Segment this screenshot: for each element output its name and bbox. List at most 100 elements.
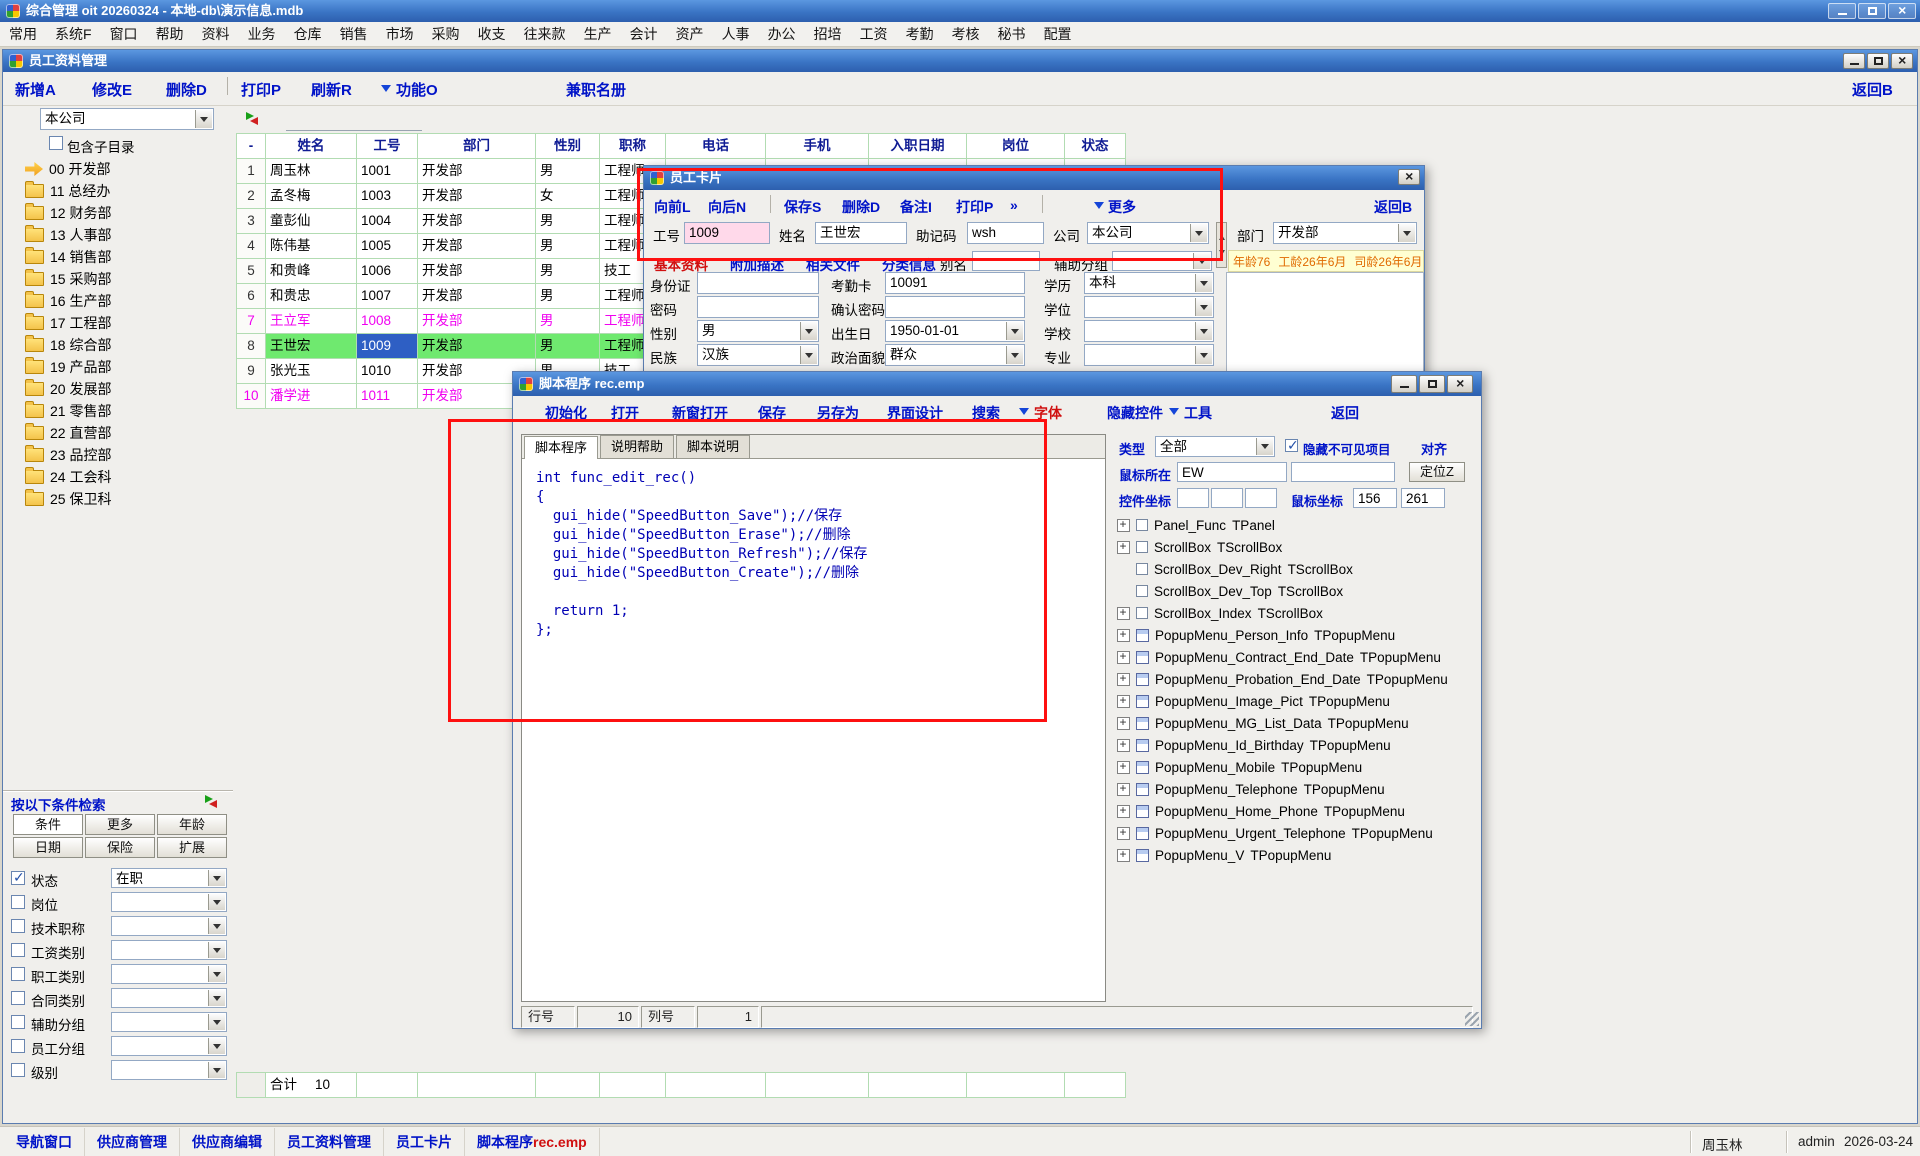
expand-icon[interactable] (1117, 717, 1130, 730)
expand-icon[interactable] (1117, 695, 1130, 708)
mouse-over-input[interactable]: EW (1177, 462, 1287, 482)
filter-dropdown[interactable] (111, 988, 227, 1008)
filter-dropdown[interactable] (111, 1060, 227, 1080)
menu-item[interactable]: 资产 (667, 22, 713, 46)
tree-item-department[interactable]: 21 零售部 (11, 400, 233, 422)
menu-item[interactable]: 配置 (1035, 22, 1081, 46)
dropdown-button[interactable] (1006, 322, 1023, 340)
mouse-x-input[interactable]: 156 (1353, 488, 1397, 508)
search-button[interactable]: 搜索 (972, 403, 1000, 423)
control-tree-item[interactable]: PopupMenu_MG_List_Data TPopupMenu (1115, 712, 1477, 734)
filter-checkbox[interactable] (11, 1015, 25, 1029)
control-tree-item[interactable]: PopupMenu_Image_Pict TPopupMenu (1115, 690, 1477, 712)
menu-item[interactable]: 考核 (943, 22, 989, 46)
mouse-over-input-2[interactable] (1291, 462, 1395, 482)
name-input[interactable]: 王世宏 (815, 222, 907, 244)
tree-item-department[interactable]: 22 直营部 (11, 422, 233, 444)
menu-item[interactable]: 办公 (759, 22, 805, 46)
menu-item[interactable]: 生产 (575, 22, 621, 46)
dropdown-button[interactable] (208, 990, 225, 1006)
filter-dropdown[interactable] (111, 916, 227, 936)
expand-icon[interactable] (1117, 827, 1130, 840)
dropdown-button[interactable] (1006, 346, 1023, 364)
filter-checkbox[interactable] (11, 967, 25, 981)
filter-checkbox[interactable] (11, 895, 25, 909)
filter-tab-age[interactable]: 年龄 (157, 814, 227, 835)
font-button[interactable]: 字体 (1034, 403, 1062, 423)
mouse-y-input[interactable]: 261 (1401, 488, 1445, 508)
company-select[interactable]: 本公司 (1087, 222, 1209, 244)
tree-item-department[interactable]: 14 销售部 (11, 246, 233, 268)
next-button[interactable]: 向后N (708, 197, 746, 217)
emp-no-input[interactable]: 1009 (684, 222, 770, 244)
column-header-post[interactable]: 岗位 (967, 134, 1065, 159)
column-header-mobile[interactable]: 手机 (766, 134, 869, 159)
menu-item[interactable]: 常用 (0, 22, 46, 46)
checkbox-icon[interactable] (1136, 563, 1148, 575)
checkbox-icon[interactable] (1136, 519, 1148, 531)
tab-extra-description[interactable]: 附加描述 (730, 254, 784, 274)
filter-checkbox[interactable] (11, 919, 25, 933)
swap-view-icon[interactable] (244, 112, 260, 125)
menu-item[interactable]: 业务 (239, 22, 285, 46)
tree-item-department[interactable]: 18 综合部 (11, 334, 233, 356)
expand-icon[interactable] (1117, 805, 1130, 818)
tree-item-department[interactable]: 20 发展部 (11, 378, 233, 400)
column-header-status[interactable]: 状态 (1065, 134, 1126, 159)
expand-icon[interactable] (1117, 607, 1130, 620)
taskbar-item[interactable]: 员工资料管理 (275, 1128, 384, 1156)
ethnicity-select[interactable]: 汉族 (697, 344, 819, 366)
code-editor[interactable]: int func_edit_rec() { gui_hide("SpeedBut… (522, 459, 1105, 650)
education-select[interactable]: 本科 (1084, 272, 1214, 294)
hide-invisible-checkbox[interactable] (1285, 439, 1298, 452)
menu-item[interactable]: 销售 (331, 22, 377, 46)
control-tree-item[interactable]: PopupMenu_Probation_End_Date TPopupMenu (1115, 668, 1477, 690)
filter-dropdown[interactable] (111, 1036, 227, 1056)
open-button[interactable]: 打开 (611, 403, 639, 423)
column-header[interactable]: - (237, 134, 266, 159)
filter-tab-more[interactable]: 更多 (85, 814, 155, 835)
column-header-title[interactable]: 职称 (600, 134, 666, 159)
minimize-button[interactable] (1391, 375, 1417, 393)
filter-dropdown[interactable] (111, 892, 227, 912)
menu-item[interactable]: 工资 (851, 22, 897, 46)
filter-toggle-icon[interactable] (203, 795, 219, 808)
filter-checkbox[interactable] (11, 943, 25, 957)
dropdown-button[interactable] (1195, 274, 1212, 292)
dropdown-button[interactable] (1195, 322, 1212, 340)
tab-script-notes[interactable]: 脚本说明 (676, 435, 750, 458)
filter-tab-condition[interactable]: 条件 (13, 814, 83, 835)
tab-related-files[interactable]: 相关文件 (806, 254, 860, 274)
dropdown-button[interactable] (1256, 438, 1273, 455)
tree-item-department[interactable]: 25 保卫科 (11, 488, 233, 510)
tree-item-department[interactable]: 16 生产部 (11, 290, 233, 312)
menu-item[interactable]: 往来款 (515, 22, 575, 46)
tree-item-department[interactable]: 12 财务部 (11, 202, 233, 224)
dropdown-button[interactable] (800, 346, 817, 364)
control-tree-item[interactable]: PopupMenu_Contract_End_Date TPopupMenu (1115, 646, 1477, 668)
menu-item[interactable]: 采购 (423, 22, 469, 46)
column-header-gender[interactable]: 性别 (536, 134, 600, 159)
expand-icon[interactable] (1117, 849, 1130, 862)
roster-button[interactable]: 兼职名册 (566, 79, 626, 100)
column-header-dept[interactable]: 部门 (418, 134, 536, 159)
dropdown-button[interactable] (208, 894, 225, 910)
degree-select[interactable] (1084, 296, 1214, 318)
dropdown-button[interactable] (208, 918, 225, 934)
menu-item[interactable]: 招培 (805, 22, 851, 46)
aux-group-select[interactable] (1112, 251, 1212, 271)
expand-icon[interactable] (1117, 673, 1130, 686)
edit-button[interactable]: 修改E (92, 79, 132, 100)
tab-classification[interactable]: 分类信息 (882, 254, 936, 274)
dropdown-button[interactable] (208, 1038, 225, 1054)
tools-button[interactable]: 工具 (1184, 403, 1212, 423)
dropdown-button[interactable] (208, 1062, 225, 1078)
birth-date-select[interactable]: 1950-01-01 (885, 320, 1025, 342)
menu-item[interactable]: 秘书 (989, 22, 1035, 46)
dropdown-button[interactable] (1190, 224, 1207, 242)
checkbox-icon[interactable] (1136, 607, 1148, 619)
control-z-input[interactable] (1245, 488, 1277, 508)
control-y-input[interactable] (1211, 488, 1243, 508)
locate-button[interactable]: 定位Z (1409, 462, 1465, 482)
menu-item[interactable]: 仓库 (285, 22, 331, 46)
